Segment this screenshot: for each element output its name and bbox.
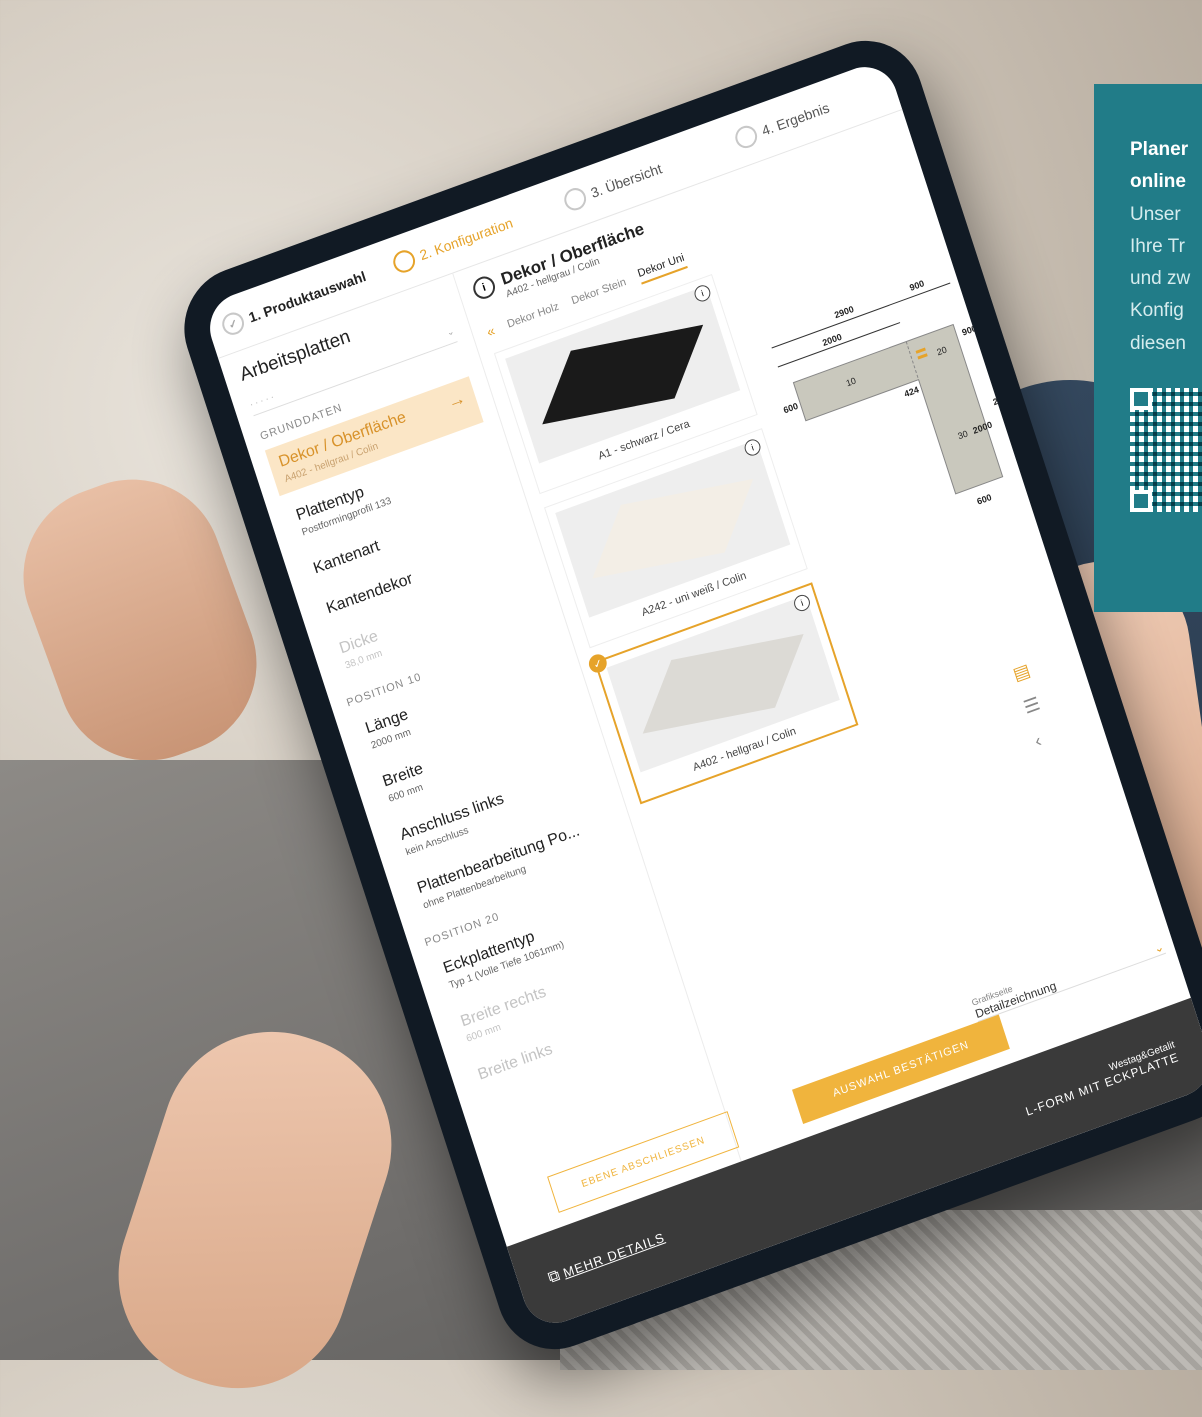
decor-slab: [592, 478, 754, 579]
qr-finder: [1130, 388, 1152, 411]
list-icon[interactable]: ☰: [1021, 693, 1043, 719]
grafikseite-select[interactable]: Grafikseite Detailzeichnung ⌄: [970, 929, 1167, 1023]
circle-icon: [390, 247, 418, 276]
promo-text-line: und zw: [1130, 268, 1191, 290]
dim-label: 2900: [992, 391, 1014, 407]
promo-heading-line: online: [1130, 171, 1186, 193]
countertop-shape: [792, 323, 1004, 495]
promo-panel: Planer online Unser Ihre Tr und zw Konfi…: [1094, 84, 1202, 612]
promo-text-line: Unser: [1130, 203, 1181, 225]
chevron-left-icon[interactable]: ‹: [1032, 726, 1054, 752]
check-icon: ✓: [219, 309, 247, 338]
decor-slab: [542, 324, 704, 425]
circle-icon: [561, 184, 589, 214]
tab-dekor-holz[interactable]: Dekor Holz: [506, 300, 561, 330]
chevron-down-icon: ⌄: [445, 325, 456, 338]
dim-label: 424: [903, 384, 920, 399]
promo-heading-line: Planer: [1130, 139, 1189, 160]
qr-code[interactable]: [1130, 388, 1202, 513]
layout-icon[interactable]: ▤: [1010, 660, 1032, 686]
decor-slab: [642, 634, 804, 734]
dim-label: 2000: [821, 332, 843, 348]
dim-label: 2900: [833, 304, 855, 320]
double-chevron-left-icon[interactable]: «: [484, 322, 496, 340]
brand-block: Westag&Getalit L-FORM MIT ECKPLATTE: [1020, 1039, 1181, 1118]
promo-text-line: Ihre Tr: [1130, 235, 1185, 257]
promo-text-line: Konfig: [1130, 300, 1184, 322]
qr-finder: [1130, 490, 1152, 513]
view-tools: ▤ ☰ ‹: [1010, 660, 1058, 766]
tab-dekor-stein[interactable]: Dekor Stein: [570, 276, 628, 307]
more-details-link[interactable]: ⧉ MEHR DETAILS: [546, 1229, 667, 1288]
dim-label: 600: [976, 492, 993, 507]
dim-label: 900: [908, 278, 925, 293]
promo-text-line: diesen: [1130, 332, 1186, 354]
dim-label: 900: [961, 323, 978, 338]
dim-label: 600: [782, 401, 799, 416]
chevron-down-icon: ⌄: [1151, 939, 1166, 957]
check-icon: ✓: [586, 651, 610, 676]
grafikseite-label: Grafikseite: [970, 983, 1014, 1008]
step-label: 3. Übersicht: [588, 160, 664, 202]
tab-dekor-uni[interactable]: Dekor Uni: [636, 251, 688, 285]
info-icon[interactable]: i: [470, 273, 498, 302]
step-label: 4. Ergebnis: [759, 99, 832, 139]
circle-icon: [732, 122, 760, 152]
more-details-label: MEHR DETAILS: [561, 1229, 667, 1281]
